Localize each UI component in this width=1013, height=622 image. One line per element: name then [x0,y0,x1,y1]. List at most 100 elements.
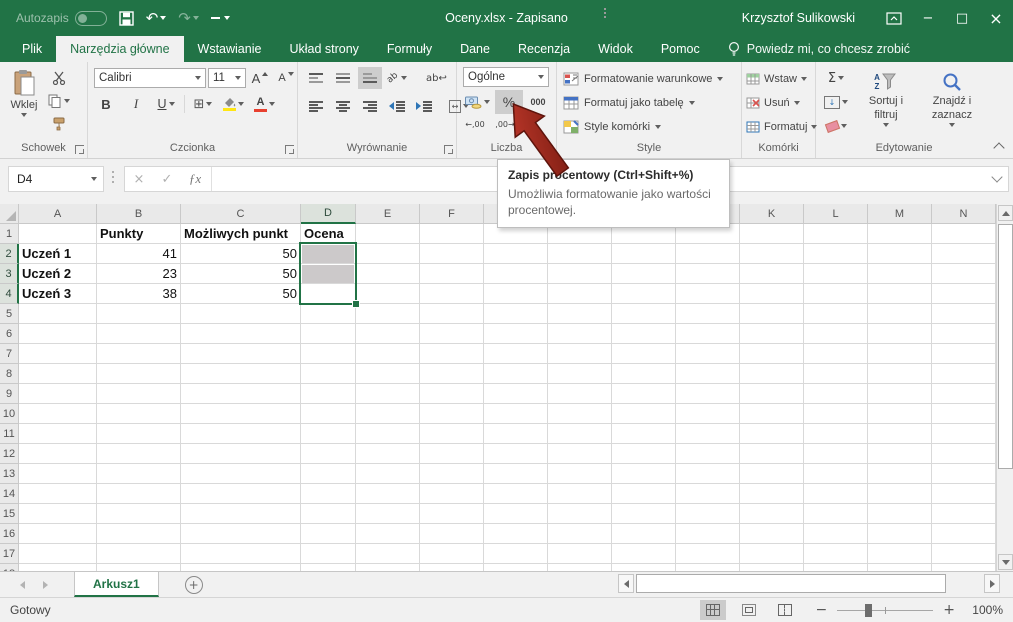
cell-J9[interactable] [676,384,740,404]
cell-L12[interactable] [804,444,868,464]
cell-G10[interactable] [484,404,548,424]
cell-F1[interactable] [420,224,484,244]
cell-G5[interactable] [484,304,548,324]
cell-L5[interactable] [804,304,868,324]
cell-K9[interactable] [740,384,804,404]
zoom-in-button[interactable]: + [943,602,955,618]
clear-button[interactable] [822,115,850,137]
cell-F15[interactable] [420,504,484,524]
cell-N9[interactable] [932,384,996,404]
cell-K11[interactable] [740,424,804,444]
cell-D3[interactable] [301,264,356,284]
cell-J15[interactable] [676,504,740,524]
cell-E5[interactable] [356,304,420,324]
zoom-out-button[interactable]: − [816,602,828,618]
cell-N4[interactable] [932,284,996,304]
next-sheet-icon[interactable] [43,581,48,589]
column-header-L[interactable]: L [804,204,868,224]
cell-G18[interactable] [484,564,548,571]
cell-G8[interactable] [484,364,548,384]
cell-N1[interactable] [932,224,996,244]
cell-B18[interactable] [97,564,181,571]
cell-B4[interactable]: 38 [97,284,181,304]
zoom-slider-thumb[interactable] [865,604,872,617]
cell-B13[interactable] [97,464,181,484]
percent-style-button[interactable]: % [495,90,523,114]
cell-F12[interactable] [420,444,484,464]
cell-A7[interactable] [19,344,97,364]
cell-B2[interactable]: 41 [97,244,181,264]
cell-B14[interactable] [97,484,181,504]
previous-sheet-icon[interactable] [20,581,25,589]
cell-I17[interactable] [612,544,676,564]
cell-D15[interactable] [301,504,356,524]
cell-A10[interactable] [19,404,97,424]
cell-H17[interactable] [548,544,612,564]
cell-I18[interactable] [612,564,676,571]
cell-E4[interactable] [356,284,420,304]
cell-L2[interactable] [804,244,868,264]
cell-H3[interactable] [548,264,612,284]
cell-B7[interactable] [97,344,181,364]
comma-style-button[interactable]: 000 [526,91,550,113]
cell-F7[interactable] [420,344,484,364]
column-header-N[interactable]: N [932,204,996,224]
enter-button[interactable]: ✓ [153,172,181,187]
cell-C8[interactable] [181,364,301,384]
cell-C18[interactable] [181,564,301,571]
cell-J2[interactable] [676,244,740,264]
alignment-dialog-launcher-icon[interactable] [444,145,453,154]
cell-L16[interactable] [804,524,868,544]
row-header-7[interactable]: 7 [0,344,19,364]
cell-D5[interactable] [301,304,356,324]
cell-B3[interactable]: 23 [97,264,181,284]
row-header-8[interactable]: 8 [0,364,19,384]
cell-A18[interactable] [19,564,97,571]
row-header-9[interactable]: 9 [0,384,19,404]
align-middle-button[interactable] [331,67,355,89]
cell-G13[interactable] [484,464,548,484]
cell-D7[interactable] [301,344,356,364]
cell-I13[interactable] [612,464,676,484]
cell-F18[interactable] [420,564,484,571]
cell-H10[interactable] [548,404,612,424]
cell-H13[interactable] [548,464,612,484]
cell-E13[interactable] [356,464,420,484]
cell-N8[interactable] [932,364,996,384]
cell-L3[interactable] [804,264,868,284]
cell-C15[interactable] [181,504,301,524]
cancel-button[interactable]: × [125,172,153,187]
column-header-K[interactable]: K [740,204,804,224]
cell-B8[interactable] [97,364,181,384]
zoom-level[interactable]: 100% [965,603,1003,617]
cell-L4[interactable] [804,284,868,304]
cell-F11[interactable] [420,424,484,444]
cell-H16[interactable] [548,524,612,544]
cell-E8[interactable] [356,364,420,384]
cell-M15[interactable] [868,504,932,524]
cell-A2[interactable]: Uczeń 1 [19,244,97,264]
wrap-text-button[interactable]: ab↩ [424,67,449,89]
cell-F10[interactable] [420,404,484,424]
redo-button[interactable]: ↷ [178,11,199,26]
autosave-switch-icon[interactable] [75,11,107,26]
cell-E2[interactable] [356,244,420,264]
cell-H8[interactable] [548,364,612,384]
cell-M13[interactable] [868,464,932,484]
cell-D12[interactable] [301,444,356,464]
cell-D9[interactable] [301,384,356,404]
cell-L7[interactable] [804,344,868,364]
row-header-6[interactable]: 6 [0,324,19,344]
horizontal-scroll-thumb[interactable] [636,574,946,593]
cell-H7[interactable] [548,344,612,364]
cell-L14[interactable] [804,484,868,504]
cell-N10[interactable] [932,404,996,424]
cell-H5[interactable] [548,304,612,324]
cell-H12[interactable] [548,444,612,464]
cell-B10[interactable] [97,404,181,424]
number-dialog-launcher-icon[interactable] [544,145,553,154]
cell-I16[interactable] [612,524,676,544]
decrease-decimal-button[interactable]: ←,00 [463,117,487,133]
cell-K6[interactable] [740,324,804,344]
tab-układ-strony[interactable]: Układ strony [275,36,372,62]
